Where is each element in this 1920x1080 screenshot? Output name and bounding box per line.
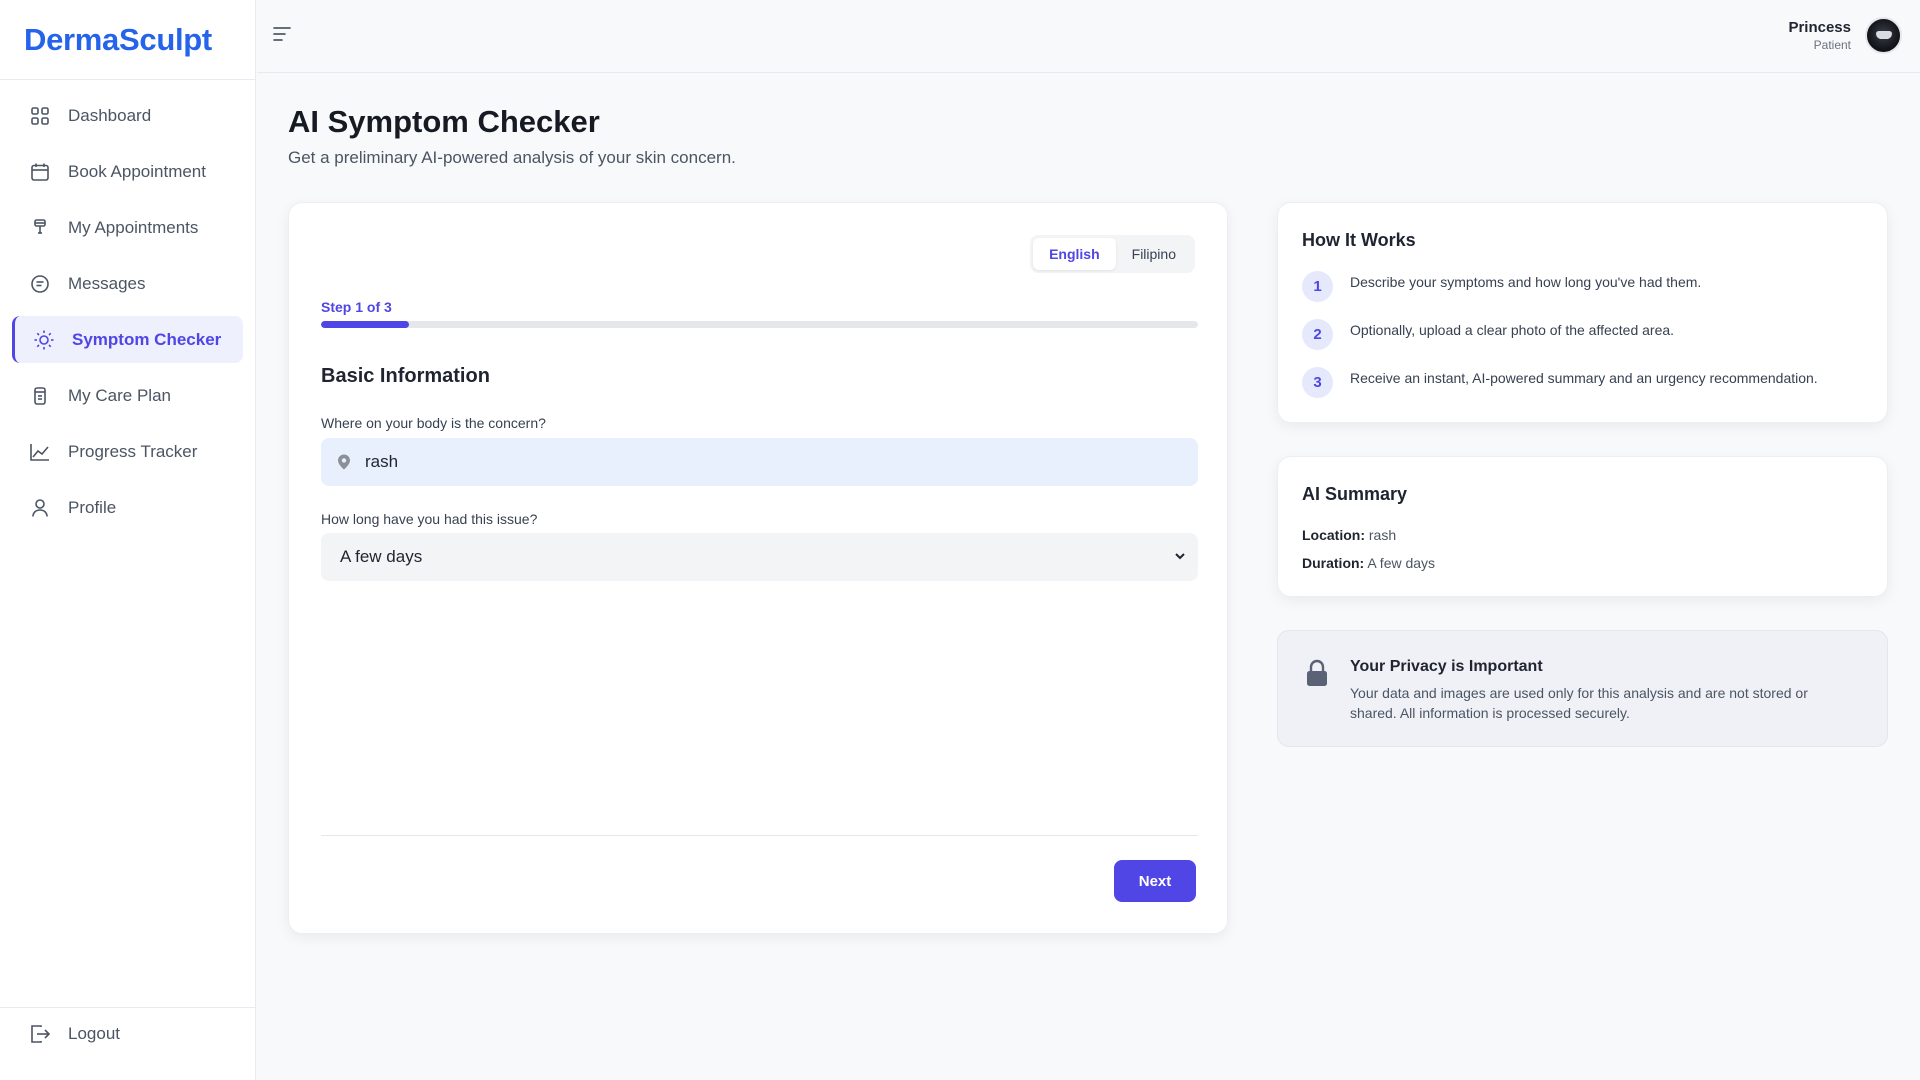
- sidebar-item-label: Progress Tracker: [68, 441, 198, 461]
- grid-icon: [28, 104, 52, 128]
- duration-value: A few days: [340, 547, 423, 566]
- step-number-badge: 2: [1302, 319, 1333, 350]
- user-icon: [28, 496, 52, 520]
- top-bar: Princess Patient: [257, 0, 1920, 73]
- duration-label: How long have you had this issue?: [321, 511, 538, 527]
- lock-icon: [1306, 659, 1328, 687]
- chevron-down-icon: [1174, 547, 1186, 567]
- step-text: Describe your symptoms and how long you'…: [1350, 274, 1702, 290]
- sidebar-item-messages[interactable]: Messages: [12, 260, 243, 307]
- language-toggle: English Filipino: [1030, 235, 1195, 273]
- logout-area: Logout: [12, 1010, 243, 1066]
- sidebar: DermaSculpt Dashboard Book Appointment M…: [0, 0, 256, 1080]
- message-icon: [28, 272, 52, 296]
- how-step: 2 Optionally, upload a clear photo of th…: [1302, 319, 1674, 350]
- duration-select[interactable]: A few days: [321, 533, 1198, 581]
- summary-location-value: rash: [1368, 527, 1397, 543]
- location-input[interactable]: rash: [321, 438, 1198, 486]
- ai-summary-card: AI Summary Location: rash Duration: A fe…: [1277, 456, 1888, 597]
- brand-logo[interactable]: DermaSculpt: [0, 0, 255, 80]
- location-value: rash: [365, 452, 399, 471]
- privacy-title: Your Privacy is Important: [1350, 658, 1543, 675]
- logout-label: Logout: [68, 1023, 120, 1043]
- sidebar-item-my-appointments[interactable]: My Appointments: [12, 204, 243, 251]
- logout-icon: [28, 1022, 52, 1046]
- language-english-button[interactable]: English: [1033, 238, 1116, 270]
- next-button[interactable]: Next: [1114, 860, 1196, 902]
- ai-summary-title: AI Summary: [1302, 484, 1408, 504]
- logout-button[interactable]: Logout: [12, 1010, 243, 1057]
- form-divider: [321, 835, 1198, 836]
- sidebar-item-symptom-checker[interactable]: Symptom Checker: [12, 316, 243, 363]
- user-menu[interactable]: Princess Patient: [1788, 17, 1902, 54]
- user-info: Princess Patient: [1788, 19, 1851, 52]
- summary-duration: Duration: A few days: [1302, 555, 1435, 571]
- how-step: 1 Describe your symptoms and how long yo…: [1302, 271, 1701, 302]
- step-progress-bar: [321, 321, 1198, 328]
- summary-location-key: Location:: [1302, 527, 1365, 543]
- menu-icon: [273, 27, 291, 41]
- location-label: Where on your body is the concern?: [321, 415, 546, 431]
- how-it-works-card: How It Works 1 Describe your symptoms an…: [1277, 202, 1888, 423]
- page-subtitle: Get a preliminary AI-powered analysis of…: [288, 148, 736, 167]
- how-it-works-title: How It Works: [1302, 230, 1416, 250]
- summary-duration-value: A few days: [1367, 555, 1436, 571]
- language-filipino-button[interactable]: Filipino: [1116, 238, 1192, 270]
- sidebar-item-dashboard[interactable]: Dashboard: [12, 92, 243, 139]
- sidebar-nav: Dashboard Book Appointment My Appointmen…: [0, 80, 255, 531]
- chart-line-icon: [28, 440, 52, 464]
- how-step: 3 Receive an instant, AI-powered summary…: [1302, 367, 1818, 398]
- section-title: Basic Information: [321, 365, 490, 387]
- sidebar-item-label: Book Appointment: [68, 161, 206, 181]
- pill-icon: [28, 216, 52, 240]
- step-text: Optionally, upload a clear photo of the …: [1350, 322, 1675, 338]
- sidebar-item-label: Symptom Checker: [72, 329, 222, 349]
- step-number-badge: 3: [1302, 367, 1333, 398]
- user-role: Patient: [1813, 38, 1851, 52]
- avatar[interactable]: [1865, 17, 1902, 54]
- clipboard-icon: [28, 384, 52, 408]
- map-pin-icon: [335, 453, 353, 471]
- step-progress-fill: [321, 321, 409, 328]
- sidebar-item-profile[interactable]: Profile: [12, 484, 243, 531]
- sidebar-item-label: Messages: [68, 273, 146, 293]
- menu-toggle-button[interactable]: [272, 24, 296, 48]
- summary-location: Location: rash: [1302, 527, 1396, 543]
- sun-icon: [32, 328, 56, 352]
- sidebar-item-label: Dashboard: [68, 105, 152, 125]
- brand-name[interactable]: DermaSculpt: [24, 22, 212, 58]
- privacy-text: Your data and images are used only for t…: [1350, 685, 1808, 721]
- symptom-form-card: English Filipino Step 1 of 3 Basic Infor…: [288, 202, 1228, 934]
- page-title: AI Symptom Checker: [288, 104, 600, 139]
- sidebar-item-label: My Care Plan: [68, 385, 171, 405]
- step-number-badge: 1: [1302, 271, 1333, 302]
- sidebar-item-book-appointment[interactable]: Book Appointment: [12, 148, 243, 195]
- calendar-icon: [28, 160, 52, 184]
- summary-duration-key: Duration:: [1302, 555, 1365, 571]
- user-name: Princess: [1788, 19, 1851, 36]
- sidebar-item-label: My Appointments: [68, 217, 199, 237]
- step-text: Receive an instant, AI-powered summary a…: [1350, 370, 1818, 386]
- sidebar-item-my-care-plan[interactable]: My Care Plan: [12, 372, 243, 419]
- privacy-notice: Your Privacy is Important Your data and …: [1277, 630, 1888, 747]
- step-indicator: Step 1 of 3: [321, 299, 392, 315]
- sidebar-item-progress-tracker[interactable]: Progress Tracker: [12, 428, 243, 475]
- sidebar-divider: [0, 1007, 255, 1008]
- sidebar-item-label: Profile: [68, 497, 117, 517]
